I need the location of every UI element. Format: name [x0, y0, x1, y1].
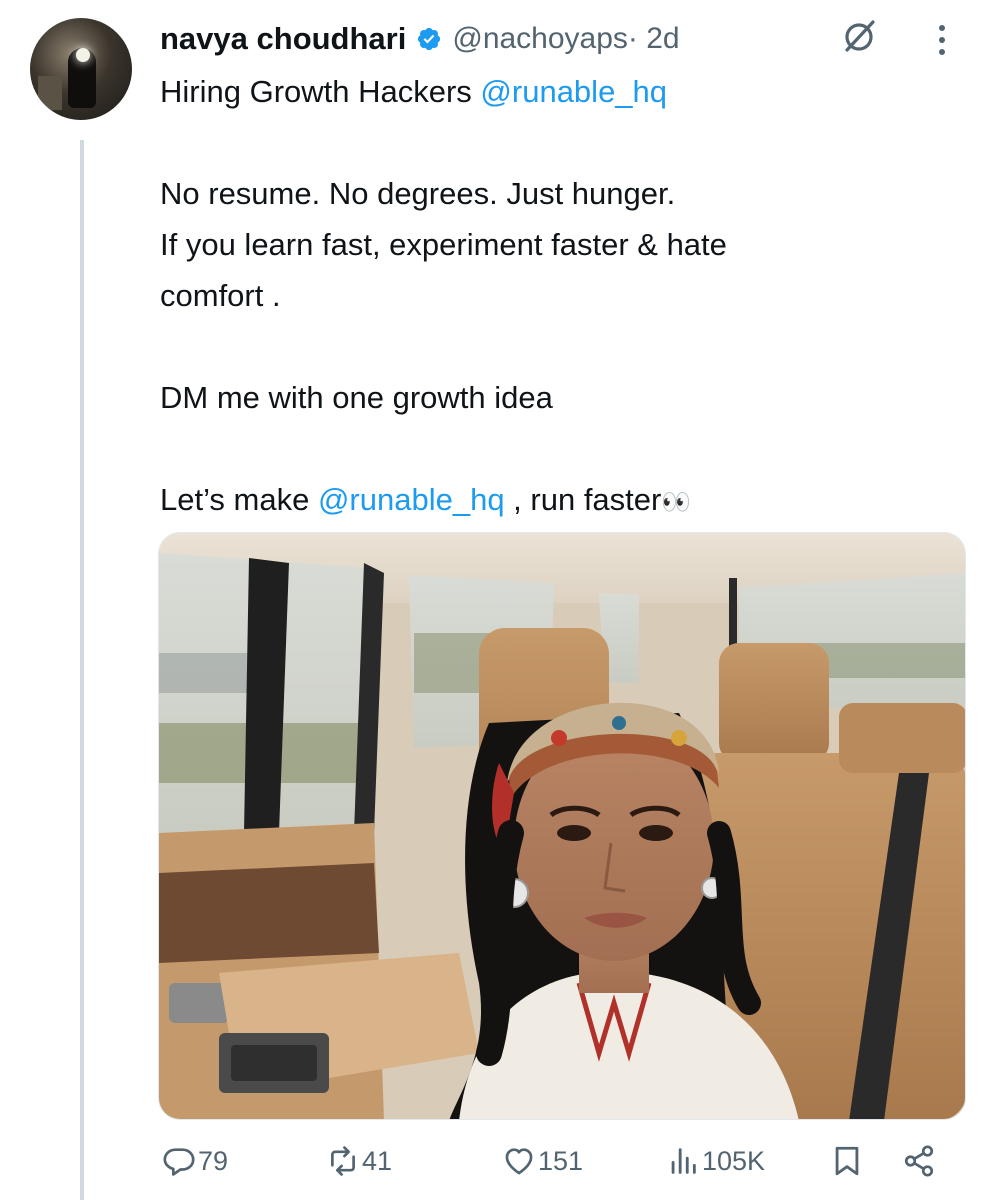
- repost-icon: [331, 1146, 355, 1176]
- car-selfie-illustration: [159, 533, 965, 1119]
- tweet-line-6-text: Let’s make: [160, 482, 318, 517]
- handle[interactable]: @nachoyaps: [452, 22, 628, 56]
- tweet-line-5: DM me with one growth idea: [160, 380, 553, 415]
- display-name[interactable]: navya choudhari: [160, 21, 406, 57]
- tweet-text: Hiring Growth Hackers @runable_hq No res…: [160, 66, 960, 528]
- thread-line: [80, 140, 84, 1200]
- mention-link[interactable]: @runable_hq: [318, 482, 505, 517]
- tweet-line-1: Hiring Growth Hackers @runable_hq: [160, 66, 960, 117]
- tweet-line-3: If you learn fast, experiment faster & h…: [160, 227, 727, 262]
- reply-button[interactable]: 79: [162, 1144, 228, 1178]
- mention-link[interactable]: @runable_hq: [480, 74, 667, 109]
- verified-badge-icon: [416, 26, 442, 52]
- like-count: 151: [538, 1145, 584, 1176]
- tweet-line-6: Let’s make @runable_hq , run faster👀: [160, 474, 960, 528]
- avatar-background-shelf: [38, 76, 62, 110]
- views-button[interactable]: 105K: [666, 1144, 765, 1178]
- reply-count: 79: [198, 1145, 229, 1176]
- bookmark-icon: [835, 1146, 859, 1176]
- share-button[interactable]: [902, 1144, 936, 1178]
- avatar-phone-flash: [76, 48, 90, 62]
- tweet-line-4: comfort .: [160, 278, 281, 313]
- tweet-action-bar: 79 41 151 105K: [158, 1140, 958, 1192]
- avatar[interactable]: [30, 18, 132, 120]
- tweet-header: navya choudhari @nachoyaps · 2d: [160, 14, 680, 64]
- repost-button[interactable]: 41: [326, 1144, 392, 1178]
- views-icon: [671, 1148, 696, 1174]
- repost-count: 41: [362, 1145, 393, 1176]
- timestamp[interactable]: · 2d: [628, 22, 680, 56]
- tweet-line-2: No resume. No degrees. Just hunger.: [160, 176, 676, 211]
- views-count: 105K: [702, 1145, 766, 1176]
- tweet-media-photo[interactable]: [158, 532, 966, 1120]
- eyes-emoji: 👀: [661, 488, 692, 516]
- like-button[interactable]: 151: [502, 1144, 583, 1178]
- share-icon: [904, 1145, 934, 1177]
- reply-icon: [163, 1148, 195, 1176]
- bookmark-button[interactable]: [830, 1144, 864, 1178]
- tweet-line-6-suffix: , run faster: [504, 482, 662, 517]
- tweet-line-1-text: Hiring Growth Hackers: [160, 74, 481, 109]
- more-options-icon[interactable]: [930, 22, 954, 58]
- grok-icon[interactable]: [842, 18, 878, 54]
- like-icon: [505, 1148, 533, 1175]
